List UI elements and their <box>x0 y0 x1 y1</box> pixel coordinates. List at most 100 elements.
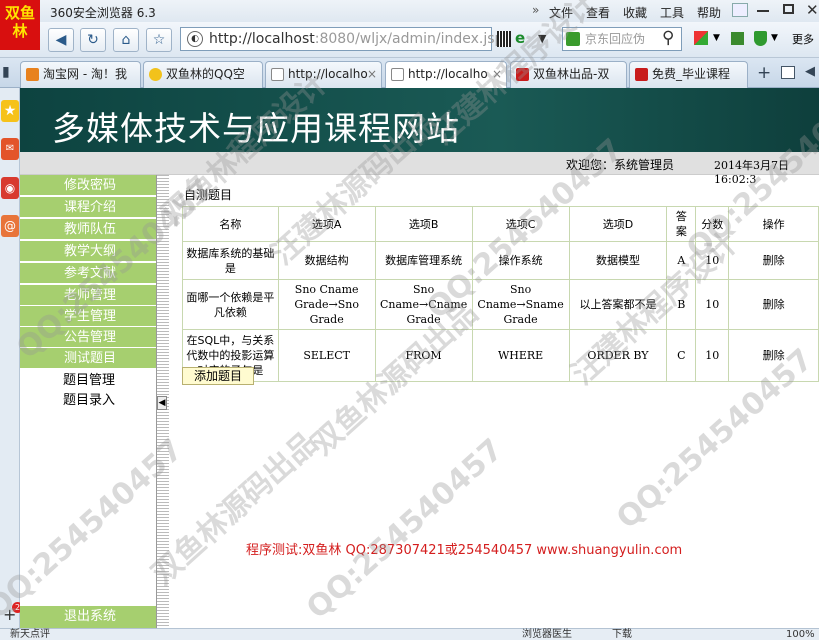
nav-syllabus[interactable]: 教学大纲 <box>20 241 156 262</box>
guard-dropdown-icon[interactable]: ▼ <box>771 33 778 43</box>
more-label[interactable]: 更多 <box>792 31 814 47</box>
menu-help[interactable]: 帮助 <box>697 4 721 21</box>
table-row: 面哪一个依赖是平凡依赖 Sno Cname Grade→Sno Grade Sn… <box>182 279 819 330</box>
qr-code-icon[interactable] <box>497 31 511 47</box>
nav-test-questions[interactable]: 测试题目 <box>20 348 156 369</box>
weibo-icon[interactable]: ◉ <box>1 177 19 199</box>
tab-scroll-icon[interactable]: ◀ <box>805 64 815 79</box>
apps-dropdown-icon[interactable]: ▼ <box>713 33 720 43</box>
status-left-text[interactable]: 新天点评 <box>10 629 50 640</box>
favorites-star-icon[interactable]: ★ <box>1 100 19 122</box>
skin-icon[interactable] <box>732 3 748 17</box>
current-date: 2014年3月7日 16:02:3 <box>714 159 789 186</box>
tab-taobao[interactable]: 淘宝网 - 淘！我 <box>20 61 141 88</box>
tab-label: 双鱼林的QQ空 <box>166 67 245 81</box>
add-question-button[interactable]: 添加题目 <box>182 367 254 385</box>
brand-logo: 双鱼林 <box>0 0 40 50</box>
menu-favorites[interactable]: 收藏 <box>623 4 647 21</box>
tab-qzone[interactable]: 双鱼林的QQ空 <box>143 61 263 88</box>
option-d: ORDER BY <box>568 329 668 382</box>
nav-student-mgmt[interactable]: 学生管理 <box>20 306 156 327</box>
apps-grid-icon[interactable] <box>694 31 708 45</box>
delete-link[interactable]: 删除 <box>728 241 819 280</box>
delete-link[interactable]: 删除 <box>728 329 819 382</box>
question-name: 面哪一个依赖是平凡依赖 <box>182 279 279 330</box>
score: 10 <box>695 329 730 382</box>
subnav-question-mgmt[interactable]: 题目管理 <box>20 370 156 391</box>
address-dropdown-icon[interactable]: ▼ <box>538 32 546 45</box>
search-engine-icon[interactable] <box>566 32 580 46</box>
nav-teachers[interactable]: 教师队伍 <box>20 219 156 240</box>
option-b: 数据库管理系统 <box>374 241 473 280</box>
site-title: 多媒体技术与应用课程网站 <box>52 109 460 148</box>
table-row: 数据库系统的基础是 数据结构 数据库管理系统 操作系统 数据模型 A 10 删除 <box>182 241 819 280</box>
score: 10 <box>695 241 730 280</box>
page-icon <box>271 68 284 81</box>
tab-localhost-1[interactable]: http://localho × <box>265 61 382 88</box>
browser-doctor-link[interactable]: 浏览器医生 <box>522 629 572 640</box>
option-b: FROM <box>374 329 473 382</box>
col-answer: 答案 <box>666 206 697 242</box>
logout-button[interactable]: 退出系统 <box>20 606 156 628</box>
search-icon[interactable]: ⚲ <box>662 28 674 48</box>
col-option-c: 选项C <box>471 206 570 242</box>
menu-tools[interactable]: 工具 <box>660 4 684 21</box>
tab-close-icon[interactable]: × <box>492 62 502 87</box>
option-c: Sno Cname→Sname Grade <box>471 279 570 330</box>
tab-overview-icon[interactable] <box>781 66 795 79</box>
address-path: :8080/wljx/admin/index.jsp <box>314 31 504 47</box>
maximize-icon[interactable] <box>783 4 794 14</box>
browser-statusbar: 新天点评 浏览器医生 下载 100% <box>0 628 819 640</box>
col-actions: 操作 <box>728 206 819 242</box>
nav-change-password[interactable]: 修改密码 <box>20 175 156 196</box>
option-c: WHERE <box>471 329 570 382</box>
ie-mode-icon[interactable]: e <box>515 30 531 47</box>
tab-label: 双鱼林出品-双 <box>533 67 610 81</box>
col-option-d: 选项D <box>568 206 668 242</box>
media-play-icon[interactable] <box>731 32 744 45</box>
menu-view[interactable]: 查看 <box>586 4 610 21</box>
address-host: http://localhost <box>209 31 315 47</box>
col-score: 分数 <box>695 206 730 242</box>
option-d: 以上答案都不是 <box>568 279 668 330</box>
refresh-button[interactable]: ↻ <box>80 28 106 52</box>
option-a: SELECT <box>277 329 376 382</box>
sidebar-toggle-icon[interactable]: ▮ <box>2 64 10 80</box>
tab-label: http://localho <box>288 67 368 81</box>
home-button[interactable]: ⌂ <box>113 28 139 52</box>
mail-icon[interactable]: ✉ <box>1 138 19 160</box>
nav-notice-mgmt[interactable]: 公告管理 <box>20 327 156 348</box>
email-at-icon[interactable]: @ <box>1 215 19 237</box>
browser-sidebar <box>0 88 20 640</box>
close-icon[interactable]: ✕ <box>806 1 819 19</box>
shuangyulin-icon <box>635 68 648 81</box>
download-link[interactable]: 下载 <box>612 629 632 640</box>
table-header-row: 名称 选项A 选项B 选项C 选项D 答案 分数 操作 <box>182 206 819 242</box>
menu-file[interactable]: 文件 <box>549 4 573 21</box>
tab-close-icon[interactable]: × <box>367 62 377 87</box>
browser-title: 360安全浏览器 6.3 <box>50 6 156 20</box>
new-tab-button[interactable]: + <box>757 63 771 83</box>
tab-label: 淘宝网 - 淘！我 <box>43 67 127 81</box>
tab-localhost-active[interactable]: http://localho × <box>385 61 507 88</box>
chevron-right-icon[interactable]: » <box>532 3 539 17</box>
col-name: 名称 <box>182 206 279 242</box>
zoom-level[interactable]: 100% <box>786 629 815 640</box>
nav-course-intro[interactable]: 课程介绍 <box>20 197 156 218</box>
address-bar[interactable]: ◐ http://localhost:8080/wljx/admin/index… <box>180 27 503 51</box>
nav-teacher-mgmt[interactable]: 老师管理 <box>20 285 156 306</box>
option-d: 数据模型 <box>568 241 668 280</box>
minimize-icon[interactable] <box>757 10 769 12</box>
page-icon <box>391 68 404 81</box>
nav-references[interactable]: 参考文献 <box>20 263 156 284</box>
favorite-star-button[interactable]: ☆ <box>146 28 172 52</box>
back-button[interactable]: ◀ <box>48 28 74 52</box>
tab-label: 免费_毕业课程 <box>652 67 731 81</box>
subnav-question-entry[interactable]: 题目录入 <box>20 390 156 411</box>
question-name: 数据库系统的基础是 <box>182 241 279 280</box>
collapse-arrow-icon[interactable]: ◀ <box>157 396 167 410</box>
tab-shuangyulin[interactable]: 双鱼林出品-双 <box>510 61 627 88</box>
delete-link[interactable]: 删除 <box>728 279 819 330</box>
security-guard-icon[interactable] <box>754 31 767 46</box>
tab-free-course[interactable]: 免费_毕业课程 <box>629 61 748 88</box>
